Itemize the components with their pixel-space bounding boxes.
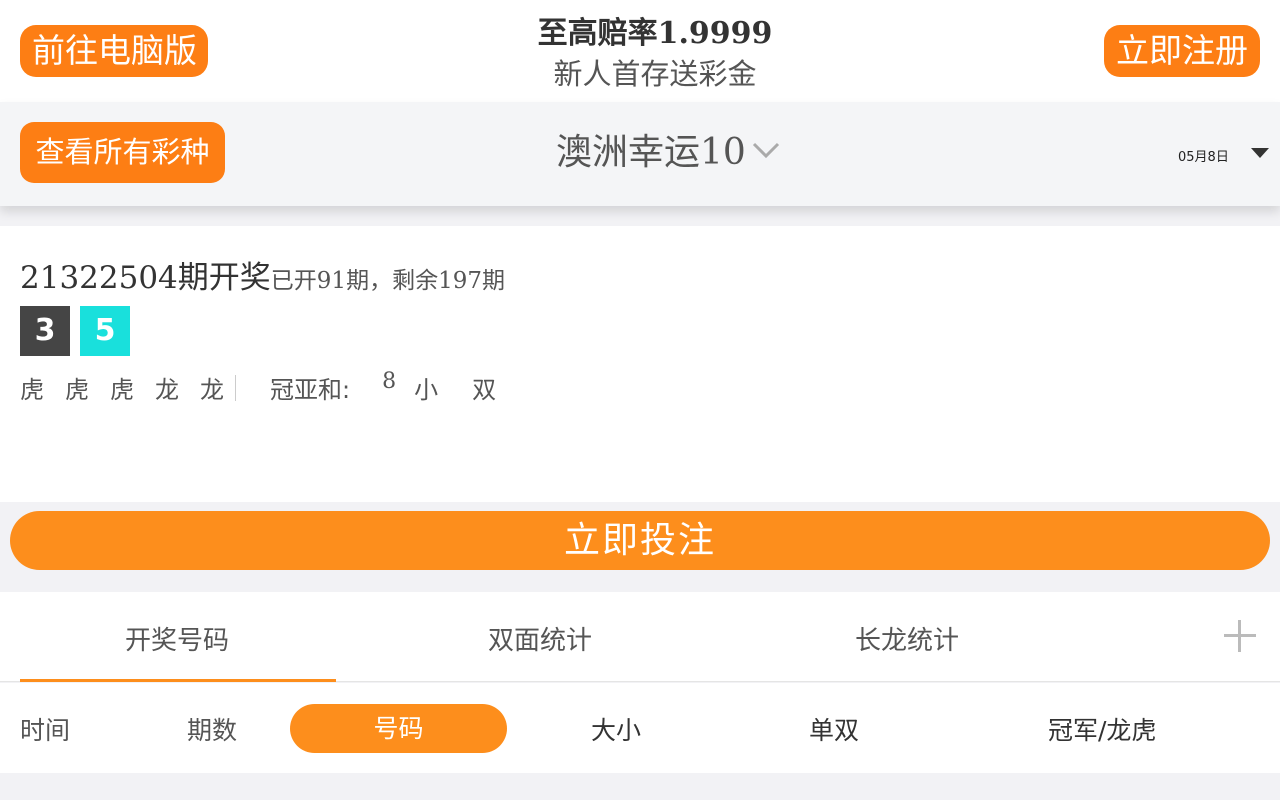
issue-number: 21322504期开奖 xyxy=(20,260,271,296)
filter-time[interactable]: 时间 xyxy=(20,711,70,747)
dragon-tiger-result: 虎 xyxy=(20,376,44,404)
issue-info: 21322504期开奖已开91期，剩余197期 xyxy=(20,252,505,297)
date-selector[interactable]: 05月8日 xyxy=(1178,146,1229,165)
result-ball: 5 xyxy=(80,306,130,356)
dragon-tiger-result: 龙 xyxy=(155,376,179,404)
all-lotteries-button[interactable]: 查看所有彩种 xyxy=(20,122,225,183)
promo-subtitle: 新人首存送彩金 xyxy=(553,57,757,91)
tab-two-sided-stats[interactable]: 双面统计 xyxy=(488,620,592,657)
filter-number[interactable]: 号码 xyxy=(290,704,507,753)
dragon-tiger-row: 虎 虎 虎 龙 龙 冠亚和: 8 小 双 xyxy=(20,369,497,405)
lottery-bar: 查看所有彩种 澳洲幸运10 05月8日 xyxy=(0,102,1280,206)
filter-champion-dragon-tiger[interactable]: 冠军/龙虎 xyxy=(1048,711,1156,747)
dragon-tiger-result: 虎 xyxy=(65,376,89,404)
chevron-down-icon[interactable] xyxy=(752,136,780,164)
register-button[interactable]: 立即注册 xyxy=(1104,25,1260,77)
promo-title: 至高赔率1.9999 xyxy=(537,16,773,51)
bet-now-button[interactable]: 立即投注 xyxy=(10,511,1270,570)
stats-tabs: 开奖号码 双面统计 长龙统计 xyxy=(0,592,1280,682)
filter-size[interactable]: 大小 xyxy=(591,711,641,747)
caret-down-icon[interactable] xyxy=(1251,148,1269,158)
sum-value: 8 xyxy=(382,369,397,394)
tab-draw-numbers[interactable]: 开奖号码 xyxy=(125,620,229,657)
dragon-tiger-result: 龙 xyxy=(200,376,224,404)
filter-issue[interactable]: 期数 xyxy=(187,711,237,747)
column-filter-bar: 时间 期数 号码 大小 单双 冠军/龙虎 xyxy=(0,683,1280,773)
result-ball: 3 xyxy=(20,306,70,356)
sum-size: 小 xyxy=(414,376,439,404)
latest-result-panel: 21322504期开奖已开91期，剩余197期 3 5 虎 虎 虎 龙 龙 冠亚… xyxy=(0,226,1280,502)
desktop-version-button[interactable]: 前往电脑版 xyxy=(20,25,208,77)
lottery-name-selector[interactable]: 澳洲幸运10 xyxy=(556,128,746,178)
active-tab-indicator xyxy=(20,679,336,682)
issue-progress: 已开91期，剩余197期 xyxy=(270,268,505,294)
top-header: 前往电脑版 至高赔率1.9999 新人首存送彩金 立即注册 xyxy=(0,0,1280,102)
sum-label: 冠亚和: xyxy=(270,376,351,404)
tab-long-dragon-stats[interactable]: 长龙统计 xyxy=(855,620,959,657)
plus-icon[interactable] xyxy=(1224,620,1256,652)
promo-banner: 至高赔率1.9999 新人首存送彩金 xyxy=(440,14,870,94)
result-balls: 3 5 xyxy=(20,306,130,356)
filter-parity[interactable]: 单双 xyxy=(809,711,859,747)
divider xyxy=(235,374,236,401)
dragon-tiger-result: 虎 xyxy=(110,376,134,404)
sum-parity: 双 xyxy=(472,376,497,404)
